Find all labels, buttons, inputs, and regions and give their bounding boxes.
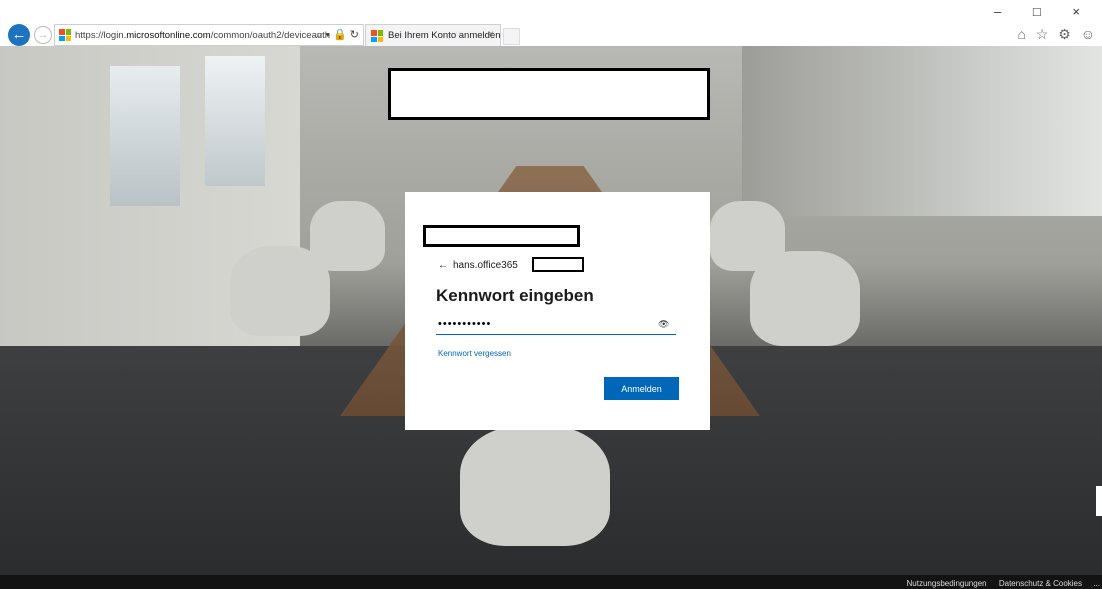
side-tab[interactable] — [1096, 486, 1102, 516]
signin-button[interactable]: Anmelden — [604, 377, 679, 400]
tab-title: Bei Ihrem Konto anmelden — [388, 30, 501, 41]
tab-favicon-icon — [371, 30, 383, 42]
background-chair — [310, 201, 385, 271]
reveal-password-icon[interactable]: 👁 — [658, 319, 669, 330]
background-wall-right — [742, 46, 1102, 216]
background-window — [110, 66, 180, 206]
toolbar-icons[interactable]: ⌂ ☆ ⚙ ☺ — [1017, 26, 1098, 43]
forgot-password-link[interactable]: Kennwort vergessen — [438, 349, 511, 358]
tab-close-icon[interactable]: × — [488, 29, 494, 40]
redacted-username — [532, 257, 584, 272]
microsoft-logo-icon — [59, 29, 71, 41]
url-text: https://login.microsoftonline.com/common… — [75, 30, 331, 41]
background-window — [205, 56, 265, 186]
background-chair — [750, 251, 860, 346]
redaction-box — [388, 68, 710, 120]
identity-banner[interactable]: ← hans.office365 — [438, 260, 518, 271]
new-tab-button[interactable] — [503, 28, 520, 45]
privacy-link[interactable]: Datenschutz & Cookies — [999, 579, 1082, 588]
background-chair — [460, 426, 610, 546]
page-title: Kennwort eingeben — [436, 286, 594, 305]
more-options-icon[interactable]: ... — [1093, 579, 1100, 588]
browser-chrome: ← → https://login.microsoftonline.com/co… — [0, 0, 1102, 46]
address-bar-icons[interactable]: ⌕ ▾ 🔒 ↻ — [316, 28, 359, 42]
window-controls[interactable]: – □ × — [994, 4, 1094, 19]
signin-card: ← hans.office365 Kennwort eingeben ••••••… — [405, 192, 710, 430]
redacted-logo — [423, 225, 580, 247]
footer-bar: Nutzungsbedingungen Datenschutz & Cookie… — [0, 575, 1102, 589]
tab-signin[interactable]: Bei Ihrem Konto anmelden × — [365, 24, 501, 46]
back-button[interactable]: ← — [8, 24, 30, 46]
address-bar[interactable]: https://login.microsoftonline.com/common… — [54, 24, 364, 46]
username-text: hans.office365 — [453, 260, 518, 271]
footer-links: Nutzungsbedingungen Datenschutz & Cookie… — [897, 579, 1082, 588]
forward-button[interactable]: → — [34, 26, 52, 44]
password-value: ••••••••••• — [438, 318, 492, 330]
terms-link[interactable]: Nutzungsbedingungen — [907, 579, 987, 588]
back-arrow-icon[interactable]: ← — [438, 260, 448, 271]
